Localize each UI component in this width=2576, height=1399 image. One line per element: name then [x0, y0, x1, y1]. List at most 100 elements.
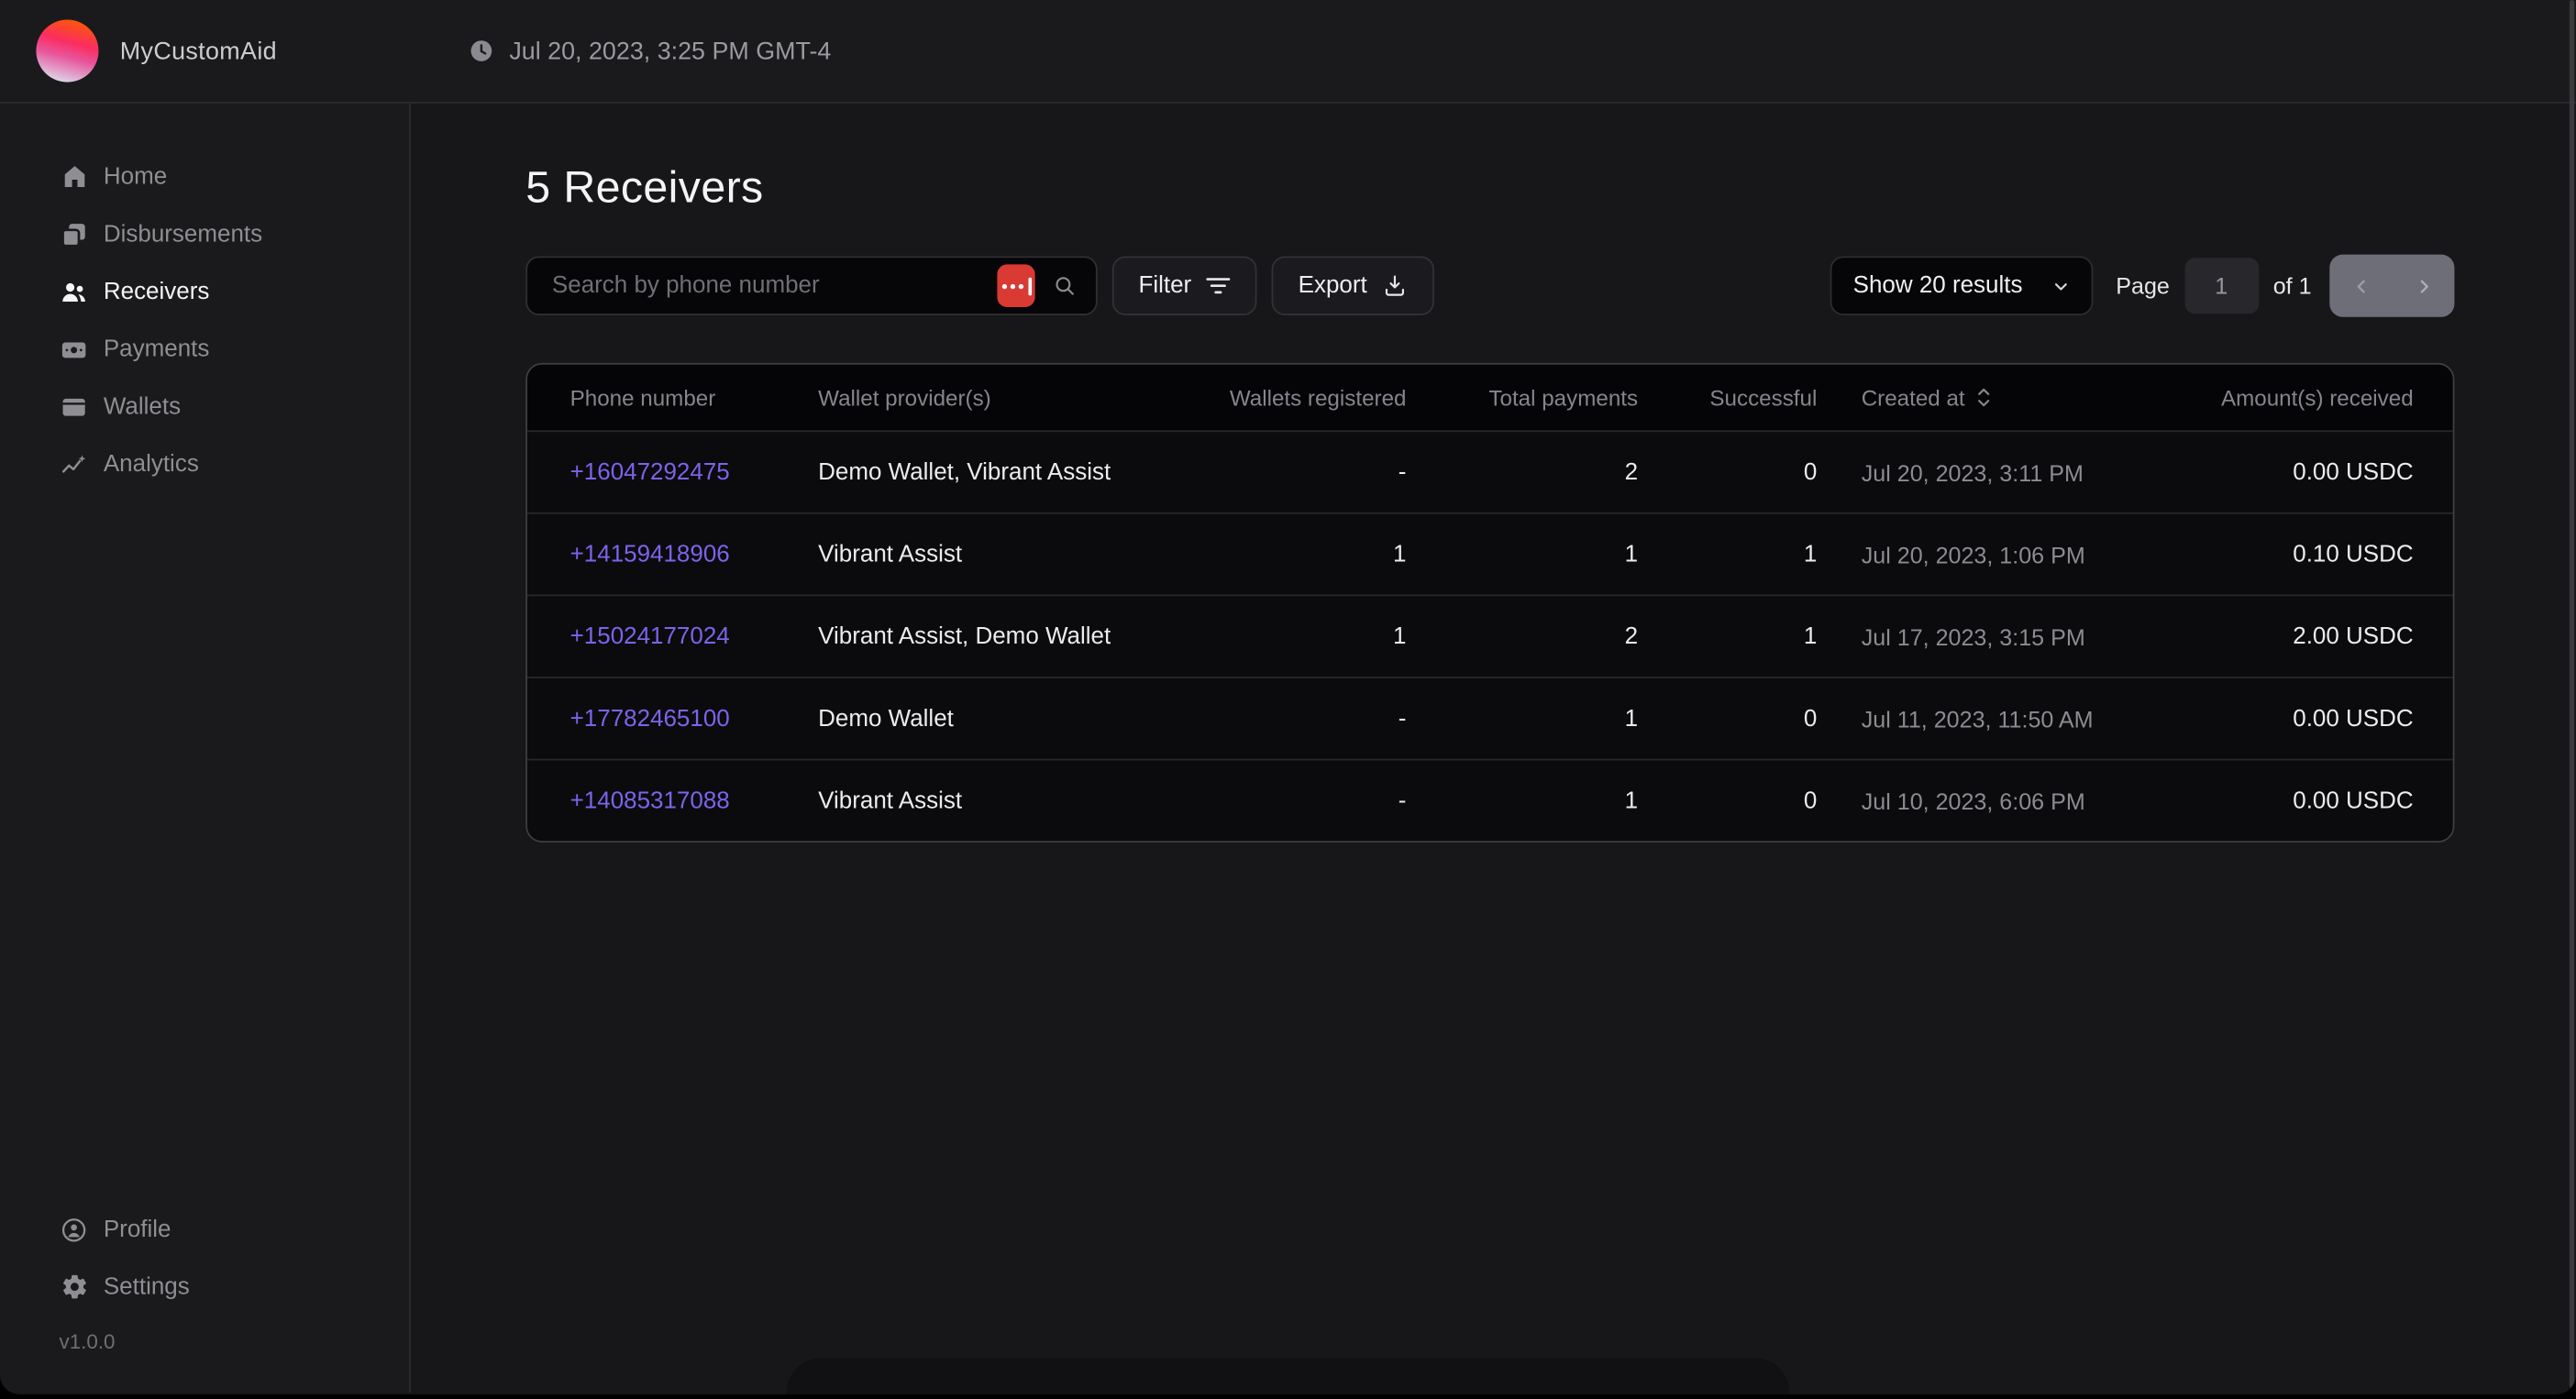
total-payments: 1 [1406, 788, 1638, 814]
profile-icon [59, 1215, 88, 1244]
download-icon [1382, 272, 1409, 299]
created-at: Jul 17, 2023, 3:15 PM [1817, 623, 2211, 650]
successful-count: 0 [1638, 705, 1817, 732]
page-title: 5 Receivers [525, 162, 2454, 212]
app-name: MyCustomAid [120, 37, 277, 64]
receivers-table: Phone number Wallet provider(s) Wallets … [525, 363, 2454, 843]
page-count-label: of 1 [2273, 272, 2312, 299]
filter-icon [1206, 276, 1231, 295]
sidebar-item-analytics[interactable]: Analytics [0, 435, 409, 493]
search-input[interactable] [548, 271, 980, 301]
column-header-created-at[interactable]: Created at [1817, 385, 2211, 410]
successful-count: 1 [1638, 541, 1817, 567]
page-nav-group [2329, 255, 2454, 317]
successful-count: 0 [1638, 788, 1817, 814]
successful-count: 1 [1638, 623, 1817, 650]
table-row: +14085317088Vibrant Assist-10Jul 10, 202… [527, 759, 2453, 842]
total-payments: 2 [1406, 623, 1638, 650]
created-at: Jul 11, 2023, 11:50 AM [1817, 705, 2211, 732]
created-at: Jul 20, 2023, 3:11 PM [1817, 459, 2211, 486]
sidebar-footer: Profile Settings v1.0.0 [0, 1201, 409, 1393]
table-row: +17782465100Demo Wallet-10Jul 11, 2023, … [527, 677, 2453, 759]
sidebar-item-settings[interactable]: Settings [0, 1258, 409, 1316]
sidebar-item-label: Payments [104, 336, 210, 362]
sidebar-item-wallets[interactable]: Wallets [0, 378, 409, 435]
table-row: +16047292475Demo Wallet, Vibrant Assist-… [527, 430, 2453, 512]
phone-link[interactable]: +16047292475 [527, 459, 818, 486]
gear-icon [59, 1272, 88, 1301]
total-payments: 1 [1406, 705, 1638, 732]
payments-icon [59, 335, 88, 364]
sidebar-item-receivers[interactable]: Receivers [0, 263, 409, 321]
sidebar-item-label: Profile [104, 1217, 171, 1243]
home-icon [59, 161, 88, 191]
main-content: 5 Receivers Filter [411, 104, 2576, 1393]
results-per-page-label: Show 20 results [1853, 272, 2023, 299]
created-at: Jul 20, 2023, 1:06 PM [1817, 541, 2211, 567]
results-per-page-select[interactable]: Show 20 results [1830, 256, 2094, 314]
analytics-icon [59, 449, 88, 479]
chevron-left-icon [2350, 275, 2371, 296]
pagination-controls: Show 20 results Page of 1 [1830, 255, 2455, 317]
wallets-registered: - [1146, 459, 1406, 486]
column-header-wallets-registered: Wallets registered [1146, 385, 1406, 410]
table-header-row: Phone number Wallet provider(s) Wallets … [527, 365, 2453, 431]
column-header-wallet-providers: Wallet provider(s) [818, 385, 1146, 410]
wallet-providers: Vibrant Assist, Demo Wallet [818, 623, 1146, 650]
sidebar-item-label: Wallets [104, 393, 181, 420]
screen: MyCustomAid Jul 20, 2023, 3:25 PM GMT-4 … [0, 0, 2576, 1399]
phone-link[interactable]: +17782465100 [527, 705, 818, 732]
previous-page-button[interactable] [2329, 255, 2392, 317]
sidebar-item-home[interactable]: Home [0, 148, 409, 205]
amount-received: 0.00 USDC [2211, 788, 2452, 814]
clock-icon [469, 38, 495, 64]
timestamp: Jul 20, 2023, 3:25 PM GMT-4 [469, 0, 832, 102]
sidebar-item-profile[interactable]: Profile [0, 1201, 409, 1259]
chevron-right-icon [2413, 275, 2434, 296]
autofill-badge-icon[interactable] [997, 264, 1034, 307]
wallet-providers: Demo Wallet [818, 705, 1146, 732]
app-version: v1.0.0 [0, 1330, 409, 1353]
top-bar: MyCustomAid Jul 20, 2023, 3:25 PM GMT-4 [0, 0, 2576, 104]
successful-count: 0 [1638, 459, 1817, 486]
page-label: Page [2116, 272, 2170, 299]
phone-link[interactable]: +14159418906 [527, 541, 818, 567]
table-row: +15024177024Vibrant Assist, Demo Wallet1… [527, 595, 2453, 677]
column-header-created-at-label: Created at [1862, 385, 1965, 410]
amount-received: 2.00 USDC [2211, 623, 2452, 650]
wallets-registered: 1 [1146, 623, 1406, 650]
export-button-label: Export [1299, 272, 1367, 299]
sidebar-item-disbursements[interactable]: Disbursements [0, 205, 409, 263]
export-button[interactable]: Export [1272, 256, 1434, 314]
app-window: MyCustomAid Jul 20, 2023, 3:25 PM GMT-4 … [0, 0, 2576, 1394]
wallet-providers: Vibrant Assist [818, 541, 1146, 567]
sidebar-item-payments[interactable]: Payments [0, 320, 409, 378]
app-logo [36, 19, 98, 82]
filter-button[interactable]: Filter [1112, 256, 1257, 314]
phone-link[interactable]: +15024177024 [527, 623, 818, 650]
receivers-icon [59, 277, 88, 306]
sidebar-item-label: Analytics [104, 451, 199, 478]
wallets-registered: - [1146, 705, 1406, 732]
next-page-button[interactable] [2392, 255, 2454, 317]
column-header-successful: Successful [1638, 385, 1817, 410]
dock-shadow [787, 1359, 1789, 1394]
amount-received: 0.10 USDC [2211, 541, 2452, 567]
timestamp-text: Jul 20, 2023, 3:25 PM GMT-4 [509, 37, 831, 64]
wallets-registered: 1 [1146, 541, 1406, 567]
created-at: Jul 10, 2023, 6:06 PM [1817, 788, 2211, 814]
total-payments: 1 [1406, 541, 1638, 567]
search-box[interactable] [525, 256, 1097, 314]
scrollbar[interactable] [2570, 0, 2574, 1388]
table-body: +16047292475Demo Wallet, Vibrant Assist-… [527, 430, 2453, 841]
sidebar-item-label: Receivers [104, 279, 209, 305]
sidebar-item-label: Disbursements [104, 221, 262, 248]
wallet-providers: Demo Wallet, Vibrant Assist [818, 459, 1146, 486]
sort-icon [1974, 386, 1993, 409]
disbursements-icon [59, 219, 88, 248]
column-header-amount-received: Amount(s) received [2211, 385, 2452, 410]
chevron-down-icon [2051, 275, 2072, 296]
phone-link[interactable]: +14085317088 [527, 788, 818, 814]
table-row: +14159418906Vibrant Assist111Jul 20, 202… [527, 512, 2453, 595]
page-number-input[interactable] [2184, 258, 2259, 314]
